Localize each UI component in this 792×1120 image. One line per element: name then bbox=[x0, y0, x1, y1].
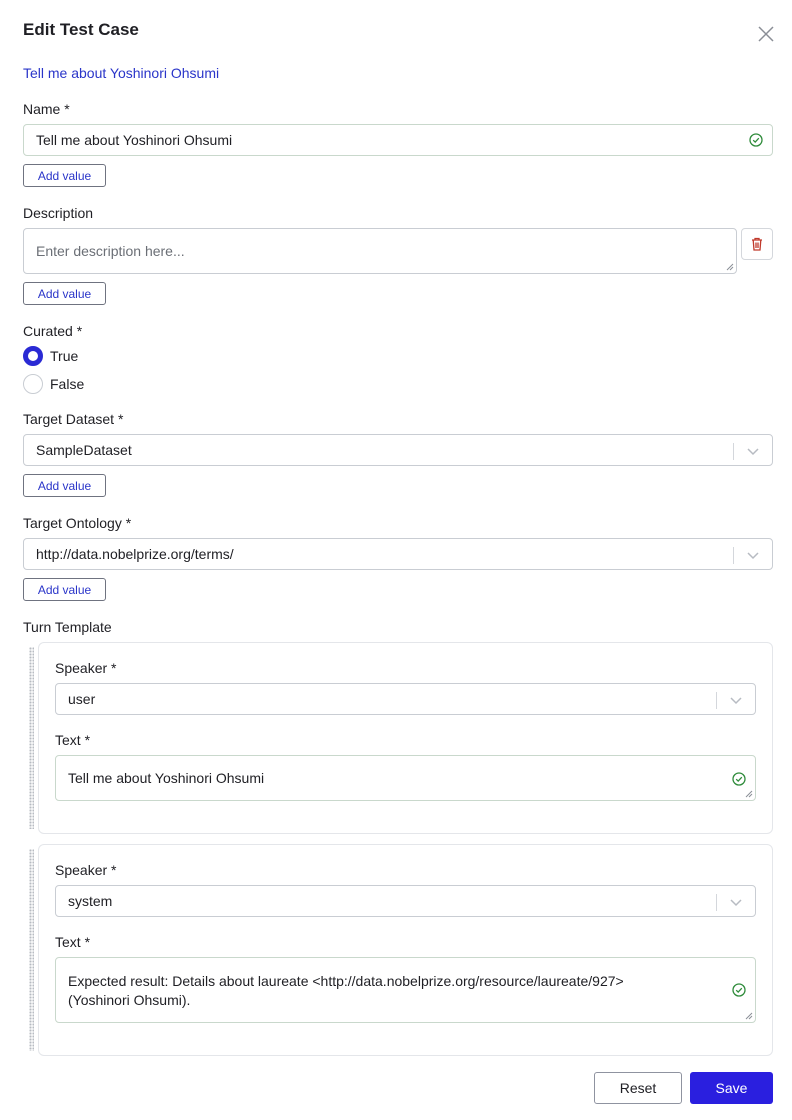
turn-1-text-input[interactable]: Tell me about Yoshinori Ohsumi bbox=[55, 755, 756, 801]
close-icon bbox=[758, 26, 774, 42]
save-button[interactable]: Save bbox=[690, 1072, 773, 1104]
name-input[interactable]: Tell me about Yoshinori Ohsumi bbox=[23, 124, 773, 156]
target-ontology-value: http://data.nobelprize.org/terms/ bbox=[36, 546, 234, 562]
turn-2-text-line-1: Expected result: Details about laureate … bbox=[68, 973, 624, 989]
select-separator bbox=[716, 692, 717, 709]
delete-description-button[interactable] bbox=[741, 228, 773, 260]
curated-false-label: False bbox=[50, 376, 85, 392]
close-button[interactable] bbox=[756, 24, 776, 44]
turn-2-text-label: Text * bbox=[55, 934, 91, 950]
chevron-down-icon bbox=[747, 448, 759, 456]
turn-card-1 bbox=[38, 642, 773, 834]
turn-1-speaker-select[interactable]: user bbox=[55, 683, 756, 715]
turn-card-2 bbox=[38, 844, 773, 1056]
curated-false-radio[interactable] bbox=[23, 374, 43, 394]
select-separator bbox=[716, 894, 717, 911]
turn-1-text-value: Tell me about Yoshinori Ohsumi bbox=[68, 770, 265, 786]
target-dataset-add-value-button[interactable]: Add value bbox=[23, 474, 106, 497]
chevron-down-icon bbox=[747, 552, 759, 560]
check-circle-icon bbox=[749, 133, 763, 147]
description-label: Description bbox=[23, 205, 94, 221]
turn-2-speaker-label: Speaker * bbox=[55, 862, 117, 878]
curated-true-label: True bbox=[50, 348, 79, 364]
curated-true-radio[interactable] bbox=[23, 346, 43, 366]
check-circle-icon bbox=[732, 983, 746, 997]
dialog-title: Edit Test Case bbox=[23, 20, 139, 39]
chevron-down-icon bbox=[730, 899, 742, 907]
curated-label: Curated * bbox=[23, 323, 83, 339]
test-case-link[interactable]: Tell me about Yoshinori Ohsumi bbox=[23, 65, 219, 81]
reset-button[interactable]: Reset bbox=[594, 1072, 682, 1104]
target-dataset-select[interactable]: SampleDataset bbox=[23, 434, 773, 466]
turn-2-speaker-value: system bbox=[68, 893, 113, 909]
target-ontology-label: Target Ontology * bbox=[23, 515, 132, 531]
resize-handle-icon[interactable] bbox=[745, 790, 753, 798]
name-input-value: Tell me about Yoshinori Ohsumi bbox=[36, 132, 233, 148]
name-add-value-button[interactable]: Add value bbox=[23, 164, 106, 187]
turn-2-text-input[interactable]: Expected result: Details about laureate … bbox=[55, 957, 756, 1023]
target-dataset-value: SampleDataset bbox=[36, 442, 132, 458]
description-add-value-button[interactable]: Add value bbox=[23, 282, 106, 305]
resize-handle-icon[interactable] bbox=[726, 263, 734, 271]
chevron-down-icon bbox=[730, 697, 742, 705]
turn-2-speaker-select[interactable]: system bbox=[55, 885, 756, 917]
turn-template-label: Turn Template bbox=[23, 619, 112, 635]
select-separator bbox=[733, 547, 734, 564]
turn-1-text-label: Text * bbox=[55, 732, 91, 748]
resize-handle-icon[interactable] bbox=[745, 1012, 753, 1020]
select-separator bbox=[733, 443, 734, 460]
target-ontology-select[interactable]: http://data.nobelprize.org/terms/ bbox=[23, 538, 773, 570]
trash-icon bbox=[752, 237, 762, 251]
check-circle-icon bbox=[732, 772, 746, 786]
description-input[interactable]: Enter description here... bbox=[23, 228, 737, 274]
name-label: Name * bbox=[23, 101, 70, 117]
drag-handle[interactable] bbox=[29, 849, 34, 1051]
target-ontology-add-value-button[interactable]: Add value bbox=[23, 578, 106, 601]
description-placeholder: Enter description here... bbox=[36, 243, 185, 259]
target-dataset-label: Target Dataset * bbox=[23, 411, 124, 427]
turn-1-speaker-label: Speaker * bbox=[55, 660, 117, 676]
drag-handle[interactable] bbox=[29, 647, 34, 829]
turn-2-text-line-2: (Yoshinori Ohsumi). bbox=[68, 992, 191, 1008]
turn-1-speaker-value: user bbox=[68, 691, 96, 707]
